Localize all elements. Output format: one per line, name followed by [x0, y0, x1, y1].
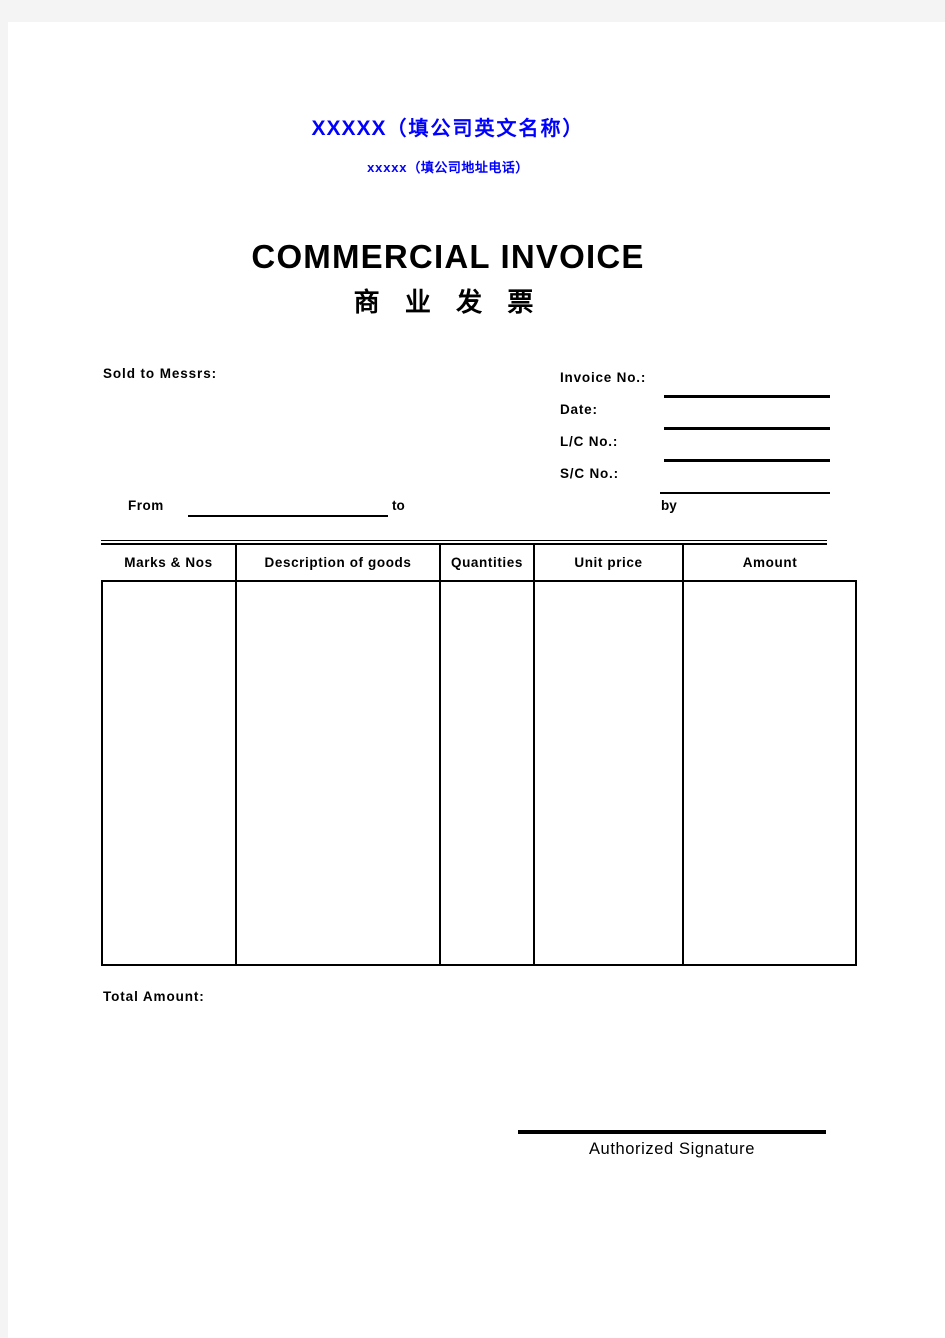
signature-rule[interactable]: [518, 1130, 826, 1134]
sc-no-row[interactable]: S/C No.:: [560, 466, 830, 498]
document-title-block: COMMERCIAL INVOICE 商 业 发 票: [8, 238, 888, 319]
date-label: Date:: [560, 402, 598, 417]
authorized-signature-label: Authorized Signature: [588, 1140, 756, 1158]
column-header-amount: Amount: [682, 545, 856, 581]
date-input-rule[interactable]: [664, 427, 830, 430]
column-header-description: Description of goods: [235, 545, 441, 581]
from-input-rule[interactable]: [188, 515, 388, 517]
column-header-quantities: Quantities: [439, 545, 535, 581]
from-label: From: [128, 498, 164, 513]
company-header: XXXXX（填公司英文名称） xxxxx（填公司地址电话）: [8, 112, 888, 176]
goods-table: Marks & Nos Description of goods Quantit…: [101, 540, 857, 966]
date-row[interactable]: Date:: [560, 402, 830, 434]
total-amount-label: Total Amount:: [103, 989, 205, 1004]
invoice-page: XXXXX（填公司英文名称） xxxxx（填公司地址电话） COMMERCIAL…: [8, 22, 945, 1338]
invoice-no-input-rule[interactable]: [664, 395, 830, 398]
cell-unit-price[interactable]: [533, 580, 684, 966]
company-name-cjk: （填公司英文名称）: [386, 118, 585, 140]
company-address-cjk: （填公司地址电话）: [407, 160, 529, 175]
goods-table-header-row: Marks & Nos Description of goods Quantit…: [102, 545, 856, 581]
company-name-latin: XXXXX: [311, 117, 387, 140]
invoice-no-row[interactable]: Invoice No.:: [560, 370, 830, 402]
to-label: to: [392, 498, 405, 513]
cell-amount[interactable]: [682, 580, 857, 966]
company-address-latin: xxxxx: [367, 160, 408, 175]
column-header-unit-price: Unit price: [533, 545, 684, 581]
company-address-line: xxxxx（填公司地址电话）: [8, 157, 888, 176]
sc-no-input-rule[interactable]: [660, 492, 830, 494]
page-root: XXXXX（填公司英文名称） xxxxx（填公司地址电话） COMMERCIAL…: [0, 0, 945, 1338]
cell-quantities[interactable]: [439, 580, 535, 966]
cell-marks-nos[interactable]: [101, 580, 237, 966]
document-title-chinese: 商 业 发 票: [353, 287, 543, 317]
column-header-marks-nos: Marks & Nos: [102, 545, 237, 581]
lc-no-input-rule[interactable]: [664, 459, 830, 462]
lc-no-row[interactable]: L/C No.:: [560, 434, 830, 466]
signature-block: Authorized Signature: [518, 1130, 826, 1159]
sold-to-label: Sold to Messrs:: [103, 366, 218, 381]
company-name-line: XXXXX（填公司英文名称）: [8, 112, 888, 141]
cell-description[interactable]: [235, 580, 441, 966]
shipment-row: From to by: [103, 498, 828, 520]
lc-no-label: L/C No.:: [560, 434, 619, 449]
goods-table-body-row: [101, 580, 857, 966]
invoice-no-label: Invoice No.:: [560, 370, 647, 385]
document-title-english: COMMERCIAL INVOICE: [251, 238, 645, 275]
sc-no-label: S/C No.:: [560, 466, 619, 481]
reference-fields: Invoice No.: Date: L/C No.: S/C No.:: [560, 370, 830, 498]
by-label: by: [661, 498, 677, 513]
table-top-hairline: [101, 540, 827, 541]
